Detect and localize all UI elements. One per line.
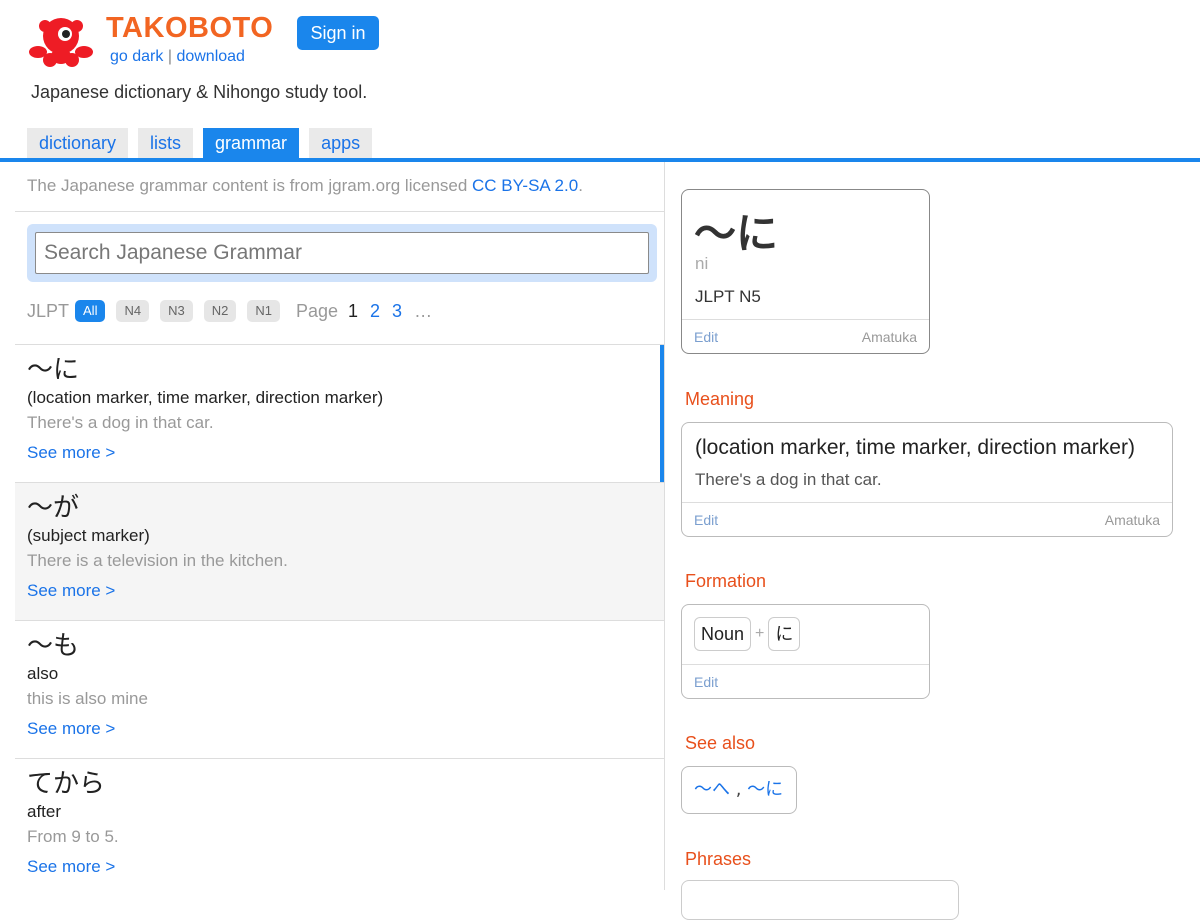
jlpt-filter-n2[interactable]: N2 [203,300,237,322]
item-meaning: also [27,664,59,683]
divider [15,211,664,212]
author-name: Amatuka [1104,511,1160,528]
list-item[interactable]: てから after From 9 to 5. See more > [15,758,664,896]
license-link[interactable]: CC BY-SA 2.0 [472,176,578,195]
item-example: From 9 to 5. [27,827,119,846]
detail-reading: ni [695,254,709,273]
item-meaning: (location marker, time marker, direction… [27,388,384,407]
meaning-example: There's a dog in that car. [695,470,882,489]
jlpt-filter-n3[interactable]: N3 [160,300,193,322]
edit-link[interactable]: Edit [694,674,718,690]
jlpt-filter-n4[interactable]: N4 [116,300,150,322]
formation-pattern: Noun + に [694,617,801,651]
edit-link[interactable]: Edit [694,329,718,345]
formation-heading: Formation [685,571,767,591]
header-sublinks: go dark | download [110,48,245,66]
tab-lists[interactable]: lists [138,128,194,158]
formation-card: Noun + に Edit [681,604,930,699]
item-title: 〜に [27,355,80,385]
item-title: 〜が [27,493,80,523]
credit-end: . [578,176,583,195]
edit-link[interactable]: Edit [694,512,718,528]
site-header: TAKOBOTO go dark | download Sign in Japa… [0,0,1200,158]
license-credit: The Japanese grammar content is from jgr… [27,176,583,196]
card-footer: Edit Amatuka [682,319,929,353]
card-footer: Edit Amatuka [682,502,1172,536]
main-tabs: dictionary lists grammar apps [27,128,373,158]
page-label: Page [295,300,339,321]
see-also-card: 〜へ , 〜に [681,766,797,814]
detail-title: 〜に [694,209,779,258]
grammar-list: 〜に (location marker, time marker, direct… [15,344,664,896]
list-item[interactable]: 〜に (location marker, time marker, direct… [15,344,664,482]
page-2[interactable]: 2 [370,301,380,322]
formation-part-noun: Noun [694,617,752,651]
jlpt-filter: JLPT All N4 N3 N2 N1 Page 1 2 3 … [27,300,432,322]
phrases-card [681,880,959,920]
see-more-link[interactable]: See more > [27,857,652,877]
grammar-header-card: 〜に ni JLPT N5 Edit Amatuka [681,189,930,354]
meaning-heading: Meaning [685,389,755,409]
meaning-card: (location marker, time marker, direction… [681,422,1173,537]
sublink-separator: | [167,48,172,65]
search-box [27,224,657,282]
see-more-link[interactable]: See more > [27,581,652,601]
tagline: Japanese dictionary & Nihongo study tool… [31,82,368,102]
author-name: Amatuka [861,328,917,345]
see-also-link[interactable]: 〜に [747,779,783,800]
card-footer: Edit [682,664,929,698]
octopus-logo-icon[interactable] [28,12,94,70]
item-example: this is also mine [27,689,148,708]
download-link[interactable]: download [176,48,245,65]
item-meaning: after [27,802,62,821]
phrases-heading: Phrases [685,849,752,869]
see-also-separator: , [730,779,748,800]
see-more-link[interactable]: See more > [27,719,652,739]
more-pages[interactable]: … [414,301,432,322]
grammar-detail-panel: 〜に ni JLPT N5 Edit Amatuka Meaning (loca… [665,162,1200,920]
brand-title[interactable]: TAKOBOTO [106,12,273,45]
see-more-link[interactable]: See more > [27,443,652,463]
item-example: There is a television in the kitchen. [27,551,288,570]
see-also-heading: See also [685,733,756,753]
jlpt-filter-all[interactable]: All [75,300,106,322]
item-meaning: (subject marker) [27,526,150,545]
meaning-text: (location marker, time marker, direction… [695,436,1135,459]
page-1[interactable]: 1 [348,301,358,322]
tab-grammar[interactable]: grammar [203,128,300,158]
list-item[interactable]: 〜が (subject marker) There is a televisio… [15,482,664,620]
page-3[interactable]: 3 [392,301,402,322]
go-dark-link[interactable]: go dark [110,48,163,65]
jlpt-label: JLPT [27,300,70,321]
item-title: てから [27,769,106,799]
credit-text: The Japanese grammar content is from jgr… [27,176,473,195]
grammar-search-input[interactable] [35,232,649,274]
see-also-link[interactable]: 〜へ [694,779,730,800]
plus-sign: + [755,625,765,642]
tab-dictionary[interactable]: dictionary [27,128,129,158]
sign-in-button[interactable]: Sign in [297,16,379,50]
tab-apps[interactable]: apps [309,128,373,158]
item-example: There's a dog in that car. [27,413,214,432]
detail-jlpt-level: JLPT N5 [695,287,761,306]
list-item[interactable]: 〜も also this is also mine See more > [15,620,664,758]
jlpt-filter-n1[interactable]: N1 [247,300,280,322]
see-also-links: 〜へ , 〜に [694,767,783,813]
item-title: 〜も [27,631,80,661]
grammar-list-panel: The Japanese grammar content is from jgr… [0,162,665,890]
formation-part-particle: に [768,617,801,651]
